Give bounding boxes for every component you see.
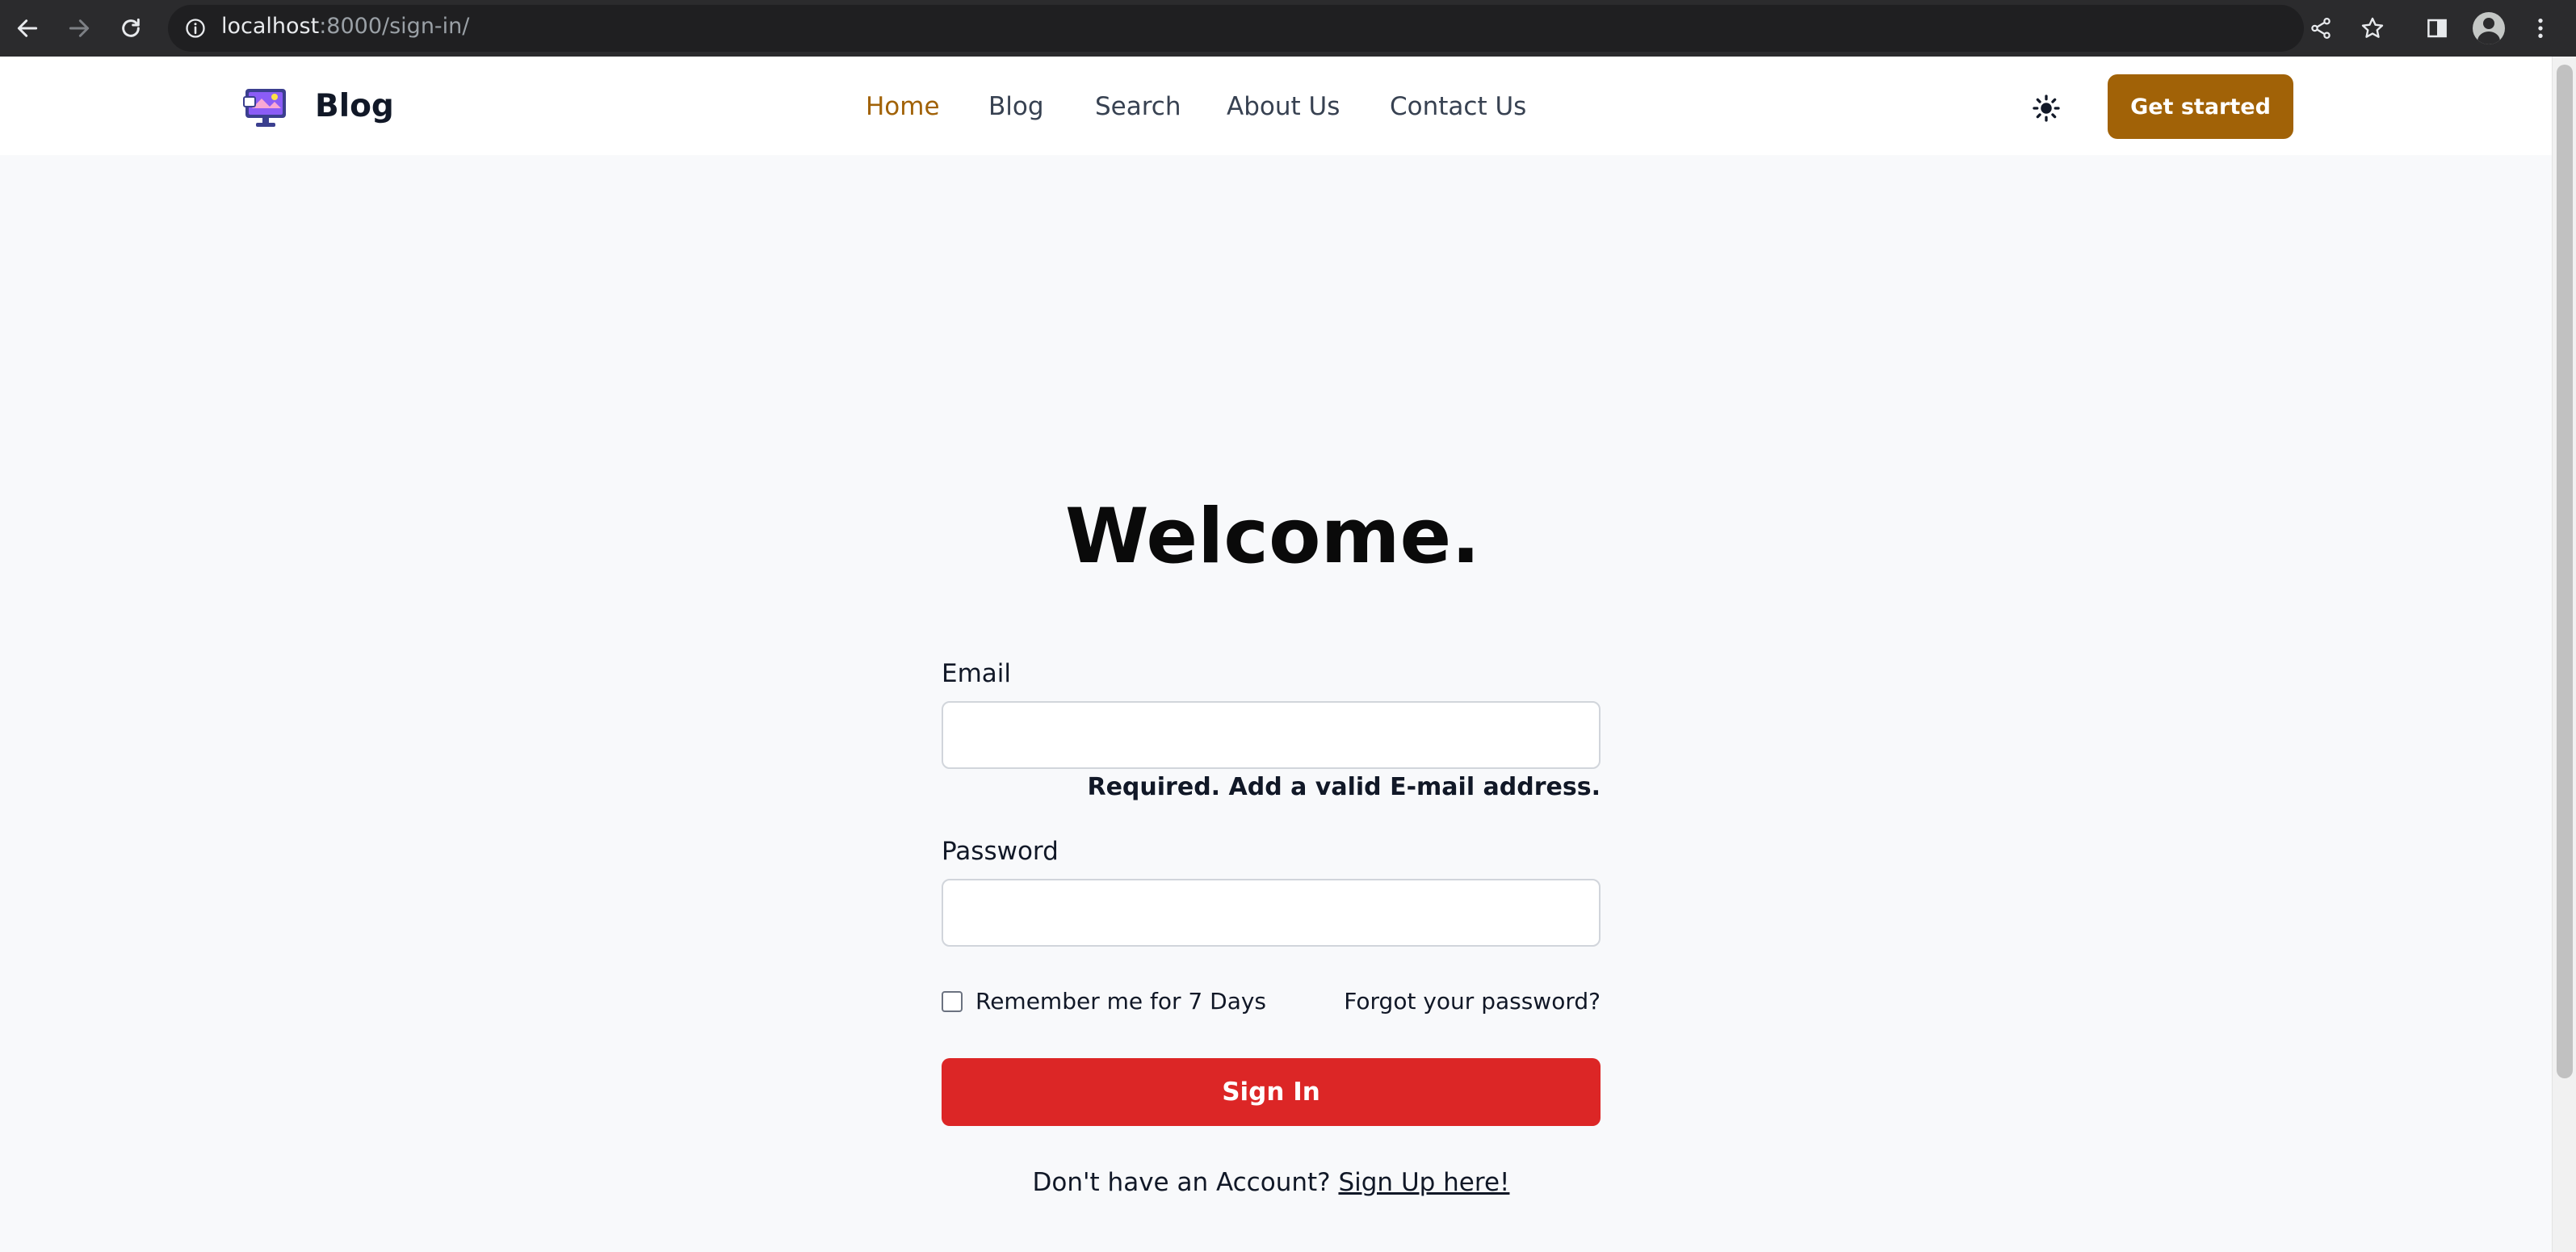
password-field[interactable]	[942, 879, 1601, 947]
nav-home[interactable]: Home	[866, 89, 940, 124]
brand-name[interactable]: Blog	[315, 86, 394, 128]
profile-avatar-icon[interactable]	[2471, 11, 2507, 46]
page-title: Welcome.	[1064, 493, 1481, 581]
reload-icon[interactable]	[113, 11, 149, 46]
kebab-menu-icon[interactable]	[2523, 11, 2558, 46]
get-started-button[interactable]: Get started	[2108, 74, 2293, 139]
info-icon[interactable]	[178, 11, 213, 46]
url-text[interactable]: localhost:8000/sign-in/	[221, 12, 469, 41]
password-label: Password	[942, 837, 1059, 866]
email-label: Email	[942, 659, 1012, 688]
share-icon[interactable]	[2303, 11, 2339, 46]
nav-contact-us[interactable]: Contact Us	[1390, 89, 1526, 124]
page-viewport: Blog Home Blog Search About Us Contact U…	[0, 57, 2552, 1252]
signup-prompt-text: Don't have an Account?	[1032, 1168, 1331, 1197]
email-field[interactable]	[942, 701, 1601, 769]
vertical-scrollbar[interactable]	[2552, 57, 2576, 1252]
sun-icon[interactable]	[2027, 89, 2066, 128]
nav-search[interactable]: Search	[1095, 89, 1181, 124]
signup-prompt: Don't have an Account? Sign Up here!	[942, 1165, 1601, 1200]
remember-me-label[interactable]: Remember me for 7 Days	[975, 985, 1266, 1018]
url-host: localhost	[221, 14, 320, 39]
nav-blog[interactable]: Blog	[988, 89, 1044, 124]
site-header: Blog Home Blog Search About Us Contact U…	[0, 57, 2552, 155]
url-path: :8000/sign-in/	[319, 14, 470, 39]
remember-me-checkbox[interactable]	[942, 991, 963, 1012]
sign-in-button[interactable]: Sign In	[942, 1058, 1601, 1126]
arrow-right-icon[interactable]	[61, 11, 97, 46]
star-icon[interactable]	[2355, 11, 2390, 46]
sign-up-link[interactable]: Sign Up here!	[1338, 1168, 1509, 1197]
forgot-password-link[interactable]: Forgot your password?	[1292, 985, 1601, 1018]
monitor-logo-icon[interactable]	[242, 84, 289, 129]
nav-about-us[interactable]: About Us	[1227, 89, 1340, 124]
side-panel-icon[interactable]	[2419, 11, 2455, 46]
address-bar[interactable]	[168, 5, 2304, 52]
scrollbar-thumb[interactable]	[2557, 65, 2573, 1078]
browser-toolbar: localhost:8000/sign-in/	[0, 0, 2576, 57]
email-helper-text: Required. Add a valid E-mail address.	[1087, 773, 1601, 801]
arrow-left-icon[interactable]	[10, 11, 45, 46]
